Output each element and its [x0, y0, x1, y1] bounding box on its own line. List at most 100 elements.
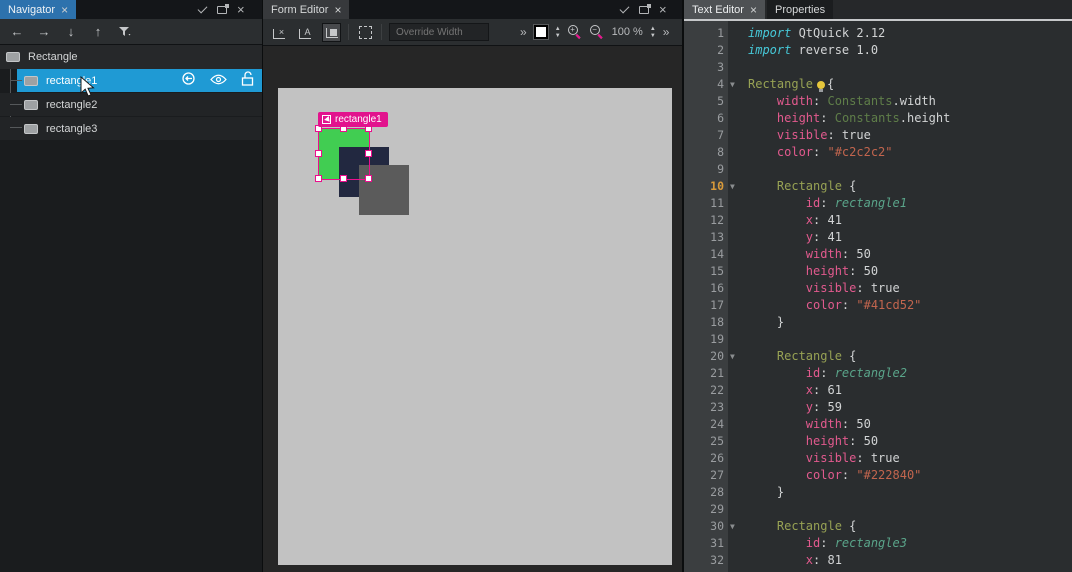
fold-marker-icon[interactable]: ▼: [730, 348, 744, 365]
zoom-in-icon[interactable]: +: [568, 25, 583, 40]
line-number: 4: [684, 76, 724, 93]
navigator-toolbar: ← → ↓ ↑: [0, 19, 262, 45]
zoom-out-icon[interactable]: −: [590, 25, 605, 40]
code-line-2[interactable]: 2import reverse 1.0: [684, 42, 1072, 59]
lightbulb-hint-icon[interactable]: [817, 81, 825, 89]
code-line-10[interactable]: 10▼ Rectangle {: [684, 178, 1072, 195]
navigator-item-rectangle2[interactable]: rectangle2: [0, 93, 262, 116]
code-line-11[interactable]: 11 id: rectangle1: [684, 195, 1072, 212]
code-line-7[interactable]: 7 visible: true: [684, 127, 1072, 144]
component-pick-icon: [322, 115, 331, 124]
chevron-down-icon[interactable]: [198, 3, 208, 13]
code-line-16[interactable]: 16 visible: true: [684, 280, 1072, 297]
close-icon[interactable]: ×: [659, 3, 667, 16]
code-line-3[interactable]: 3: [684, 59, 1072, 76]
show-bounding-rectangles-button[interactable]: [356, 23, 374, 41]
chevron-down-icon[interactable]: [620, 3, 630, 13]
code-line-14[interactable]: 14 width: 50: [684, 246, 1072, 263]
code-text: color: "#222840": [748, 467, 921, 484]
code-line-26[interactable]: 26 visible: true: [684, 450, 1072, 467]
tab-properties[interactable]: Properties: [767, 0, 833, 19]
fold-marker-icon[interactable]: ▼: [730, 518, 744, 535]
back-arrow-icon[interactable]: ←: [8, 23, 26, 41]
move-up-icon[interactable]: ↑: [89, 23, 107, 41]
close-icon[interactable]: ×: [237, 3, 245, 16]
selection-handle[interactable]: [340, 175, 347, 182]
snap-to-anchors-button[interactable]: A: [296, 23, 315, 42]
locate-in-editor-icon[interactable]: [181, 71, 196, 91]
code-line-12[interactable]: 12 x: 41: [684, 212, 1072, 229]
forward-arrow-icon[interactable]: →: [35, 23, 53, 41]
code-line-23[interactable]: 23 y: 59: [684, 399, 1072, 416]
code-line-8[interactable]: 8 color: "#c2c2c2": [684, 144, 1072, 161]
code-line-9[interactable]: 9: [684, 161, 1072, 178]
code-line-24[interactable]: 24 width: 50: [684, 416, 1072, 433]
code-line-18[interactable]: 18 }: [684, 314, 1072, 331]
tab-close-icon[interactable]: ×: [334, 3, 341, 17]
navigator-item-rectangle1[interactable]: rectangle1: [17, 69, 262, 92]
code-line-25[interactable]: 25 height: 50: [684, 433, 1072, 450]
tab-navigator[interactable]: Navigator ×: [0, 0, 76, 19]
canvas-color-swatch[interactable]: [534, 25, 548, 39]
code-text: Rectangle {: [748, 348, 856, 365]
float-panel-icon[interactable]: [217, 6, 227, 14]
tab-close-icon[interactable]: ×: [61, 3, 68, 17]
line-number: 3: [684, 59, 724, 76]
code-line-15[interactable]: 15 height: 50: [684, 263, 1072, 280]
code-line-21[interactable]: 21 id: rectangle2: [684, 365, 1072, 382]
code-line-20[interactable]: 20▼ Rectangle {: [684, 348, 1072, 365]
form-editor-canvas[interactable]: rectangle1: [278, 88, 672, 565]
line-number: 24: [684, 416, 724, 433]
code-line-27[interactable]: 27 color: "#222840": [684, 467, 1072, 484]
selection-handle[interactable]: [365, 150, 372, 157]
code-line-30[interactable]: 30▼ Rectangle {: [684, 518, 1072, 535]
code-text: id: rectangle1: [748, 195, 907, 212]
unlocked-padlock-icon[interactable]: [241, 71, 254, 91]
tab-form-editor[interactable]: Form Editor ×: [263, 0, 349, 19]
code-editor[interactable]: 1import QtQuick 2.122import reverse 1.03…: [684, 21, 1072, 572]
line-number: 28: [684, 484, 724, 501]
move-down-icon[interactable]: ↓: [62, 23, 80, 41]
code-line-5[interactable]: 5 width: Constants.width: [684, 93, 1072, 110]
selection-handle[interactable]: [315, 175, 322, 182]
code-line-28[interactable]: 28 }: [684, 484, 1072, 501]
no-snapping-button[interactable]: ×: [270, 23, 289, 42]
code-text: id: rectangle2: [748, 365, 907, 382]
selection-handle[interactable]: [315, 150, 322, 157]
snap-to-parent-sibling-button[interactable]: [322, 23, 341, 42]
code-line-29[interactable]: 29: [684, 501, 1072, 518]
code-line-1[interactable]: 1import QtQuick 2.12: [684, 25, 1072, 42]
tab-close-icon[interactable]: ×: [750, 3, 757, 17]
navigator-item-rectangle3[interactable]: rectangle3: [0, 117, 262, 140]
code-line-6[interactable]: 6 height: Constants.height: [684, 110, 1072, 127]
zoom-level-value: 100 %: [612, 26, 643, 38]
overflow-chevron-icon[interactable]: »: [663, 25, 670, 39]
code-text: import reverse 1.0: [748, 42, 878, 59]
code-line-4[interactable]: 4▼Rectangle{: [684, 76, 1072, 93]
visibility-eye-icon[interactable]: [210, 72, 227, 90]
code-line-13[interactable]: 13 y: 41: [684, 229, 1072, 246]
selection-box[interactable]: rectangle1: [318, 128, 370, 180]
code-line-31[interactable]: 31 id: rectangle3: [684, 535, 1072, 552]
line-number: 14: [684, 246, 724, 263]
fold-marker-icon[interactable]: ▼: [730, 76, 744, 93]
code-text: }: [748, 314, 784, 331]
code-line-19[interactable]: 19: [684, 331, 1072, 348]
selection-handle[interactable]: [365, 175, 372, 182]
code-text: visible: true: [748, 450, 900, 467]
fold-marker-icon[interactable]: ▼: [730, 178, 744, 195]
code-line-17[interactable]: 17 color: "#41cd52": [684, 297, 1072, 314]
filter-icon[interactable]: [116, 23, 134, 41]
selection-label-tag[interactable]: rectangle1: [318, 112, 388, 127]
overflow-chevron-icon[interactable]: »: [520, 25, 527, 39]
float-panel-icon[interactable]: [639, 6, 649, 14]
swatch-stepper[interactable]: ▲▼: [555, 26, 561, 39]
code-line-22[interactable]: 22 x: 61: [684, 382, 1072, 399]
code-text: height: 50: [748, 263, 878, 280]
tab-text-editor[interactable]: Text Editor ×: [684, 0, 765, 19]
zoom-stepper[interactable]: ▲▼: [650, 26, 656, 39]
navigator-root-item[interactable]: Rectangle: [0, 45, 262, 69]
code-line-32[interactable]: 32 x: 81: [684, 552, 1072, 569]
line-number: 19: [684, 331, 724, 348]
override-width-input[interactable]: [389, 23, 489, 41]
